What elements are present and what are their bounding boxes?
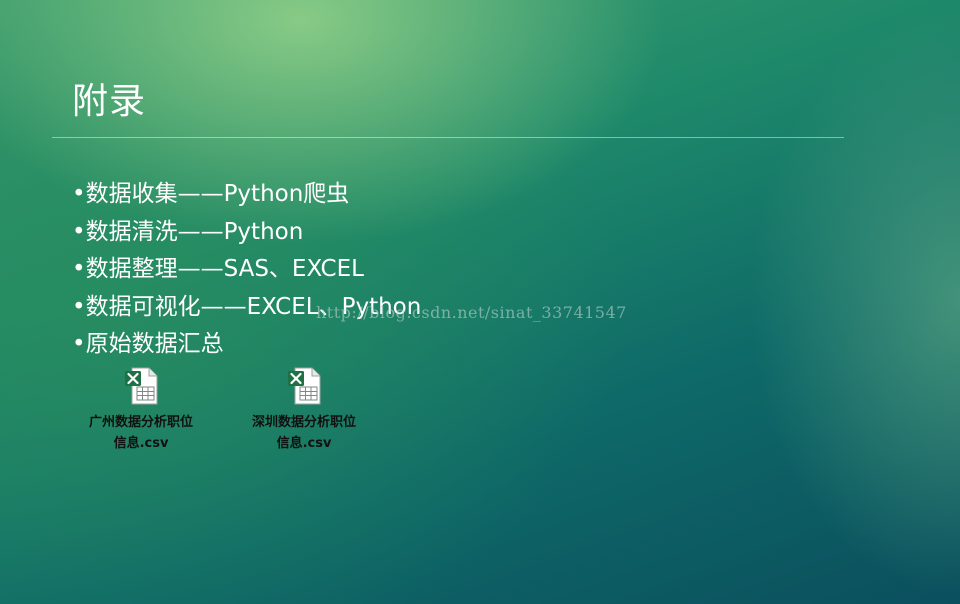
slide-title: 附录 bbox=[72, 81, 147, 122]
watermark-url: http://blog.csdn.net/sinat_33741547 bbox=[316, 303, 627, 322]
bullet-item: •数据整理——SAS、EXCEL bbox=[72, 256, 364, 282]
attachment-label: 广州数据分析职位 信息.csv bbox=[88, 415, 193, 451]
attachment-shenzhen-csv[interactable]: 深圳数据分析职位 信息.csv bbox=[229, 367, 379, 454]
bullet-item: •数据收集——Python爬虫 bbox=[72, 181, 350, 207]
bullet-item: •原始数据汇总 bbox=[72, 331, 224, 357]
excel-csv-file-icon bbox=[287, 367, 321, 405]
attachment-guangzhou-csv[interactable]: 广州数据分析职位 信息.csv bbox=[66, 367, 216, 454]
bullet-list: •数据收集——Python爬虫 •数据清洗——Python •数据整理——SAS… bbox=[72, 176, 421, 364]
excel-csv-file-icon bbox=[124, 367, 158, 405]
attachment-label: 深圳数据分析职位 信息.csv bbox=[251, 415, 356, 451]
title-divider bbox=[52, 137, 844, 138]
bullet-item: •数据清洗——Python bbox=[72, 218, 304, 245]
